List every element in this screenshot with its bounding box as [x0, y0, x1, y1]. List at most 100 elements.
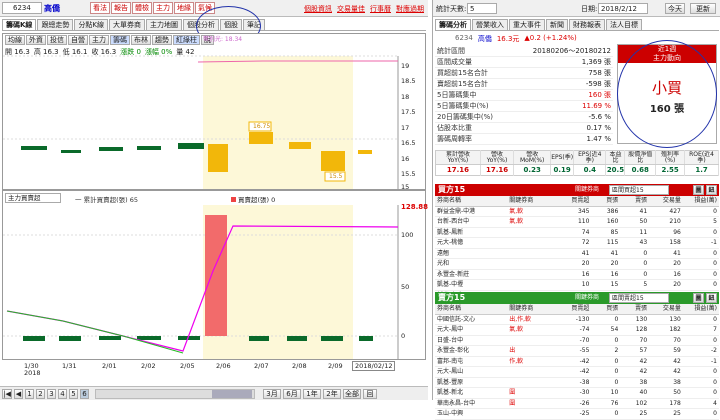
- page-5[interactable]: 5: [69, 388, 78, 399]
- range-3m[interactable]: 3月: [263, 388, 281, 399]
- tab-chip-kline[interactable]: 籌碼K線: [2, 19, 37, 30]
- stock-code-input[interactable]: 6234: [2, 2, 42, 14]
- sell-cell[interactable]: 玉山-中興: [435, 408, 508, 420]
- range-1y[interactable]: 1年: [303, 388, 321, 399]
- link-expired[interactable]: 對應過期: [396, 4, 424, 14]
- annotation-circle-trend: [617, 40, 717, 148]
- buy-col-header: 損益(萬): [682, 196, 719, 207]
- buy-cell[interactable]: 群益金鼎-中港: [435, 206, 508, 217]
- buy-row[interactable]: 光和 20 20 0 20 0: [435, 258, 719, 270]
- sell-cell[interactable]: 元大-鳳中: [435, 324, 508, 336]
- buy-cell[interactable]: 永豐金-新莊: [435, 269, 508, 280]
- buy-row[interactable]: 永豐金-新莊 16 16 0 16 0: [435, 269, 719, 280]
- view-button[interactable]: 看法: [90, 2, 110, 14]
- tab-financials[interactable]: 財務報表: [569, 19, 605, 30]
- tab-events[interactable]: 重大事件: [509, 19, 545, 30]
- tab-news[interactable]: 新聞: [546, 19, 568, 30]
- sell-cell[interactable]: 凱基-新北: [435, 387, 508, 399]
- xaxis-label: 2/06: [216, 362, 231, 370]
- sell-select[interactable]: 區間賣超15: [609, 293, 669, 303]
- sell-extra-button[interactable]: 鈕: [706, 293, 717, 303]
- tab-trend[interactable]: 跟總走勢: [37, 19, 74, 30]
- tab-targets[interactable]: 法人目標: [606, 19, 642, 30]
- buy-col-header: 賣張: [620, 196, 650, 207]
- sell-row[interactable]: 凱基-豐原 -38 0 38 38 0: [435, 377, 719, 388]
- buy-cell[interactable]: 凱基-鳳新: [435, 227, 508, 238]
- stats-value: 1,369 張: [581, 58, 611, 66]
- page-1[interactable]: 1: [25, 388, 34, 399]
- sell-row[interactable]: 凱基-新北圍 -30 10 40 50 0: [435, 387, 719, 399]
- metric-header: 本益比: [605, 150, 626, 165]
- tab-chips-analysis[interactable]: 籌碼分析: [435, 19, 471, 30]
- range-2y[interactable]: 2年: [323, 388, 341, 399]
- sell-cell[interactable]: 凱基-豐原: [435, 377, 508, 388]
- buy-cell: [507, 248, 556, 259]
- refresh-button[interactable]: 更新: [690, 3, 716, 14]
- page-6[interactable]: 6: [80, 388, 89, 399]
- scrollbar-thumb[interactable]: [212, 389, 252, 398]
- buy-row[interactable]: 群益金鼎-中港 氣,軟 345 386 41 427 0: [435, 206, 719, 217]
- page-4[interactable]: 4: [58, 388, 67, 399]
- sell-col-header: 損益(萬): [682, 304, 719, 315]
- buy-cell[interactable]: 凱基-中壢: [435, 279, 508, 291]
- buy-extra-button[interactable]: 鈕: [706, 185, 717, 195]
- buy-select[interactable]: 區間買超15: [609, 185, 669, 195]
- stats-value: -598 張: [585, 80, 611, 88]
- sell-row[interactable]: 玉山-中興 -25 0 25 25 0: [435, 408, 719, 420]
- sell-cell: 182: [649, 324, 683, 336]
- sell-row[interactable]: 中國信託-文心 出,作,軟 -130 0 130 130 0: [435, 314, 719, 325]
- sell-cell[interactable]: 永豐金-彰化: [435, 345, 508, 357]
- sell-cell[interactable]: 中國信託-文心: [435, 314, 508, 325]
- report-button[interactable]: 報告: [111, 2, 131, 14]
- link-volume[interactable]: 交易量佳: [337, 4, 365, 14]
- buy-cell: 16: [649, 269, 683, 280]
- sell-cell[interactable]: 元大-鳳山: [435, 366, 508, 378]
- sell-row[interactable]: 日盛-台中 -70 0 70 70 0: [435, 335, 719, 346]
- sell-cell: 0: [682, 377, 719, 388]
- date-input[interactable]: 2018/2/12: [598, 3, 648, 14]
- candle: [289, 142, 311, 149]
- location-button[interactable]: 地緣: [174, 2, 194, 14]
- sell-row[interactable]: 永豐金-彰化出 -55 2 57 59 -2: [435, 345, 719, 357]
- tab-revenue[interactable]: 營業收入: [472, 19, 508, 30]
- sell-row[interactable]: 富邦-南屯 作,軟 -42 0 42 42 -1: [435, 356, 719, 367]
- sell-cell: 2: [591, 345, 621, 357]
- buy-row[interactable]: 元大-桃億 72 115 43 158 -1: [435, 237, 719, 249]
- main-force-button[interactable]: 主力: [153, 2, 173, 14]
- tab-branch-kline[interactable]: 分點K線: [74, 19, 109, 30]
- tab-force-map[interactable]: 主力地圖: [146, 19, 183, 30]
- link-calendar[interactable]: 行事曆: [370, 4, 391, 14]
- today-button[interactable]: 今天: [665, 3, 685, 14]
- sell-row[interactable]: 元大-鳳山 -42 0 42 42 0: [435, 366, 719, 378]
- buy-row[interactable]: 凱基-中壢 10 15 5 20 0: [435, 279, 719, 291]
- buy-cell[interactable]: 台新-西台中: [435, 216, 508, 228]
- buy-row[interactable]: 台新-西台中 氣,軟 110 160 50 210 5: [435, 216, 719, 228]
- page-3[interactable]: 3: [47, 388, 56, 399]
- sell-cell[interactable]: 富邦-南屯: [435, 356, 508, 367]
- sell-row[interactable]: 元大-鳳中 氣,軟 -74 54 128 182 7: [435, 324, 719, 336]
- days-select[interactable]: 5: [467, 3, 497, 14]
- range-back[interactable]: 回: [363, 388, 377, 399]
- range-6m[interactable]: 6月: [283, 388, 301, 399]
- buy-row[interactable]: 凱基-鳳新 74 85 11 96 0: [435, 227, 719, 238]
- prev-page-button[interactable]: ◀: [14, 388, 23, 399]
- link-stock-info[interactable]: 個股資訊: [304, 4, 332, 14]
- range-all[interactable]: 全部: [343, 388, 361, 399]
- page-2[interactable]: 2: [36, 388, 45, 399]
- buy-cell: 0: [682, 269, 719, 280]
- scrollbar-track[interactable]: [95, 388, 255, 399]
- buy-cell[interactable]: 光和: [435, 258, 508, 270]
- buy-cell[interactable]: 遠翹: [435, 248, 508, 259]
- sell-cell[interactable]: 日盛-台中: [435, 335, 508, 346]
- metric-header: EPS(季): [550, 150, 575, 165]
- buy-row[interactable]: 遠翹 41 41 0 41 0: [435, 248, 719, 259]
- stats-row: 20日籌碼集中(%) -5.6 %: [435, 112, 613, 123]
- buy-chart-button[interactable]: 圖: [693, 185, 704, 195]
- first-page-button[interactable]: |◀: [2, 388, 12, 399]
- sell-chart-button[interactable]: 圖: [693, 293, 704, 303]
- checkup-button[interactable]: 體檢: [132, 2, 152, 14]
- sell-cell: 54: [591, 324, 621, 336]
- buy-cell: 41: [620, 206, 650, 217]
- buy-cell[interactable]: 元大-桃億: [435, 237, 508, 249]
- tab-big-order[interactable]: 大單券商: [109, 19, 146, 30]
